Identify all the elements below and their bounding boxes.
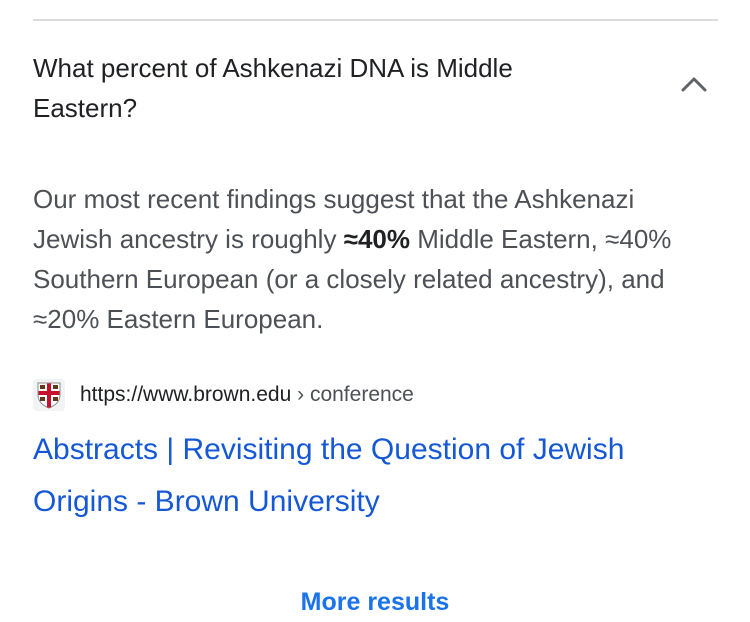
source-url: https://www.brown.edu › conference [80,381,414,409]
source-breadcrumb: conference [309,383,414,406]
chevron-up-icon[interactable] [680,74,708,94]
breadcrumb-separator: › [291,383,310,406]
source-domain: https://www.brown.edu [80,383,292,406]
more-results-button[interactable]: More results [0,584,750,620]
faq-question-toggle[interactable]: What percent of Ashkenazi DNA is Middle … [33,44,718,132]
answer-highlight: ≈40% [343,224,410,254]
brown-university-shield-icon [33,379,65,411]
source-citation[interactable]: https://www.brown.edu › conference [33,378,713,412]
top-divider [33,19,718,21]
result-title-link[interactable]: Abstracts | Revisiting the Question of J… [33,424,723,528]
faq-answer: Our most recent findings suggest that th… [33,179,713,339]
faq-question: What percent of Ashkenazi DNA is Middle … [33,53,513,123]
